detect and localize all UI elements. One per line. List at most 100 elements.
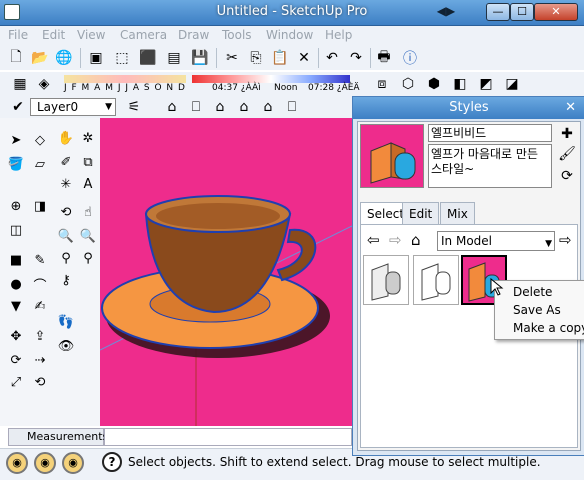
right-icon[interactable]: ⌂ [234, 97, 254, 117]
menu-item-make-copy[interactable]: Make a copy [513, 321, 584, 335]
pushpull-icon[interactable]: ⇪ [30, 326, 50, 346]
model-info-icon[interactable]: ⓘ [400, 48, 420, 68]
look-around-icon[interactable]: ⚷ [56, 270, 76, 290]
account-icon[interactable]: ◉ [62, 452, 84, 474]
paint-icon[interactable]: 🪣 [6, 154, 26, 174]
component-icon[interactable]: ⬚ [112, 48, 132, 68]
measurements-input[interactable] [104, 428, 352, 446]
front-icon[interactable]: ⌂ [210, 97, 230, 117]
paste-icon[interactable]: 📋 [270, 48, 290, 68]
tab-mix[interactable]: Mix [440, 202, 475, 224]
shaded-texture-icon[interactable]: ◩ [476, 74, 496, 94]
close-icon[interactable]: ✕ [565, 100, 576, 115]
new-icon[interactable]: 🗋 [6, 48, 26, 68]
cut-icon[interactable]: ✂ [222, 48, 242, 68]
group-icon[interactable]: ⬛ [138, 48, 158, 68]
axes-icon[interactable]: ✳ [56, 174, 76, 194]
freehand-icon[interactable]: ✍ [30, 296, 50, 316]
credits-icon[interactable]: ◉ [34, 452, 56, 474]
style-swatch[interactable] [413, 255, 459, 305]
help-icon[interactable]: ? [102, 452, 122, 472]
orbit-icon[interactable]: ⊕ [6, 196, 26, 216]
tab-edit[interactable]: Edit [402, 202, 440, 224]
shadow-toggle-icon[interactable]: ◈ [34, 74, 54, 94]
model-viewport[interactable] [100, 118, 352, 426]
tape-icon[interactable]: ✐ [56, 152, 76, 172]
text-icon[interactable]: A [78, 174, 98, 194]
title-bar[interactable]: Untitled - SketchUp Pro ◀▶ — ☐ ✕ [0, 0, 584, 26]
polygon-icon[interactable]: ▼ [6, 296, 26, 316]
collection-select[interactable]: In Model ▼ [437, 231, 555, 251]
dynamic-icon[interactable]: ▤ [164, 48, 184, 68]
arc-icon[interactable]: ⌒ [30, 274, 50, 294]
menu-item-delete[interactable]: Delete [513, 285, 552, 299]
open-icon[interactable]: 📂 [30, 48, 50, 68]
style-description-input[interactable]: 엘프가 마음대로 만든 스타일~ [428, 144, 552, 188]
menu-camera[interactable]: Camera [120, 28, 167, 42]
circle-icon[interactable]: ● [6, 274, 26, 294]
styles-title[interactable]: Styles [353, 97, 584, 119]
forward-arrow-icon[interactable]: ⇨ [389, 231, 402, 249]
redo-icon[interactable]: ↷ [346, 48, 366, 68]
layer-manager-icon[interactable]: ⚟ [124, 97, 144, 117]
menu-edit[interactable]: Edit [42, 28, 65, 42]
rectangle-icon[interactable]: ■ [6, 250, 26, 270]
style-name-input[interactable]: 엘프비비드 [428, 124, 552, 142]
menu-draw[interactable]: Draw [178, 28, 209, 42]
model-icon[interactable]: ▣ [86, 48, 106, 68]
previous-view-icon[interactable]: 🔍 [78, 226, 98, 246]
position-camera-icon[interactable]: ⚲ [56, 248, 76, 268]
save-icon[interactable]: 🌐 [54, 48, 74, 68]
month-slider[interactable] [64, 75, 186, 83]
erase-icon[interactable]: ✕ [294, 48, 314, 68]
offset-icon[interactable]: ⟲ [30, 372, 50, 392]
pan-icon[interactable]: ◨ [30, 196, 50, 216]
back-icon[interactable]: ⌂ [258, 97, 278, 117]
back-arrow-icon[interactable]: ⇦ [367, 231, 380, 249]
walk-icon[interactable]: ✋ [56, 128, 76, 148]
menu-item-save-as[interactable]: Save As [513, 303, 561, 317]
style-preview[interactable] [360, 124, 424, 188]
refresh-icon[interactable]: ⟳ [558, 168, 576, 186]
maximize-button[interactable]: ☐ [510, 3, 534, 21]
select-icon[interactable]: ➤ [6, 130, 26, 150]
shadow-settings-icon[interactable]: ▦ [10, 74, 30, 94]
zoom-extents-icon[interactable]: 🔍 [56, 226, 76, 246]
copy-icon[interactable]: ⎘ [246, 48, 266, 68]
time-slider[interactable] [192, 75, 350, 83]
move-icon[interactable]: ✥ [6, 326, 26, 346]
iso-icon[interactable]: ⌂ [162, 97, 182, 117]
left-icon[interactable]: ⎕ [282, 97, 302, 117]
xray-icon[interactable]: ⧈ [372, 74, 392, 94]
hidden-line-icon[interactable]: ⬢ [424, 74, 444, 94]
save-disk-icon[interactable]: 💾 [190, 48, 210, 68]
undo-icon[interactable]: ↶ [322, 48, 342, 68]
minimize-button[interactable]: — [486, 3, 510, 21]
layer-select[interactable]: Layer0 ▼ [30, 98, 116, 116]
create-style-icon[interactable]: ✚ [558, 126, 576, 144]
zoom-window-icon[interactable]: ☝ [78, 202, 98, 222]
window-arrows-icon[interactable]: ◀▶ [433, 4, 459, 22]
menu-help[interactable]: Help [325, 28, 352, 42]
style-swatch[interactable] [363, 255, 409, 305]
menu-tools[interactable]: Tools [222, 28, 252, 42]
look-icon[interactable]: ✲ [78, 128, 98, 148]
followme-icon[interactable]: ⇢ [30, 350, 50, 370]
rotate-icon[interactable]: ⟳ [6, 350, 26, 370]
menu-window[interactable]: Window [266, 28, 313, 42]
dimension-icon[interactable]: ⧉ [78, 152, 98, 172]
footprints-icon[interactable]: 👣 [56, 312, 76, 332]
monochrome-icon[interactable]: ◪ [502, 74, 522, 94]
details-arrow-icon[interactable]: ⇨ [559, 231, 572, 249]
close-button[interactable]: ✕ [534, 3, 578, 21]
print-icon[interactable]: 🖶 [374, 48, 394, 68]
section-icon[interactable]: ◫ [6, 220, 26, 240]
component-make-icon[interactable]: ◇ [30, 130, 50, 150]
zoom-icon[interactable]: ⟲ [56, 202, 76, 222]
home-icon[interactable]: ⌂ [411, 231, 421, 249]
menu-view[interactable]: View [77, 28, 105, 42]
wireframe-icon[interactable]: ⬡ [398, 74, 418, 94]
geolocation-icon[interactable]: ◉ [6, 452, 28, 474]
update-style-icon[interactable]: 🖌 [558, 146, 576, 164]
scale-icon[interactable]: ⤢ [6, 372, 26, 392]
